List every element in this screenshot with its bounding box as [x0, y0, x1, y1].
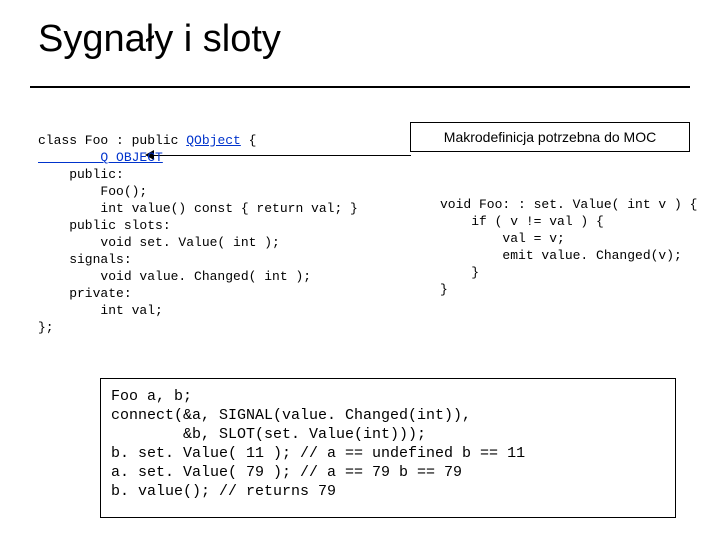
- code-line: public slots:: [38, 218, 171, 233]
- code-line: void set. Value( int );: [38, 235, 280, 250]
- qobject-macro-link[interactable]: Q_OBJECT: [38, 150, 163, 165]
- slide-title: Sygnały i sloty: [38, 18, 281, 61]
- callout-box: Makrodefinicja potrzebna do MOC: [410, 122, 690, 152]
- slide: { "title": "Sygnały i sloty", "callout":…: [0, 0, 720, 540]
- code-line: b. set. Value( 11 ); // a == undefined b…: [111, 445, 525, 462]
- code-line: class Foo : public: [38, 133, 186, 148]
- code-line: a. set. Value( 79 ); // a == 79 b == 79: [111, 464, 462, 481]
- code-line: val = v;: [440, 231, 565, 246]
- qobject-link[interactable]: QObject: [186, 133, 241, 148]
- code-block-right: void Foo: : set. Value( int v ) { if ( v…: [440, 196, 710, 298]
- code-line: b. value(); // returns 79: [111, 483, 336, 500]
- code-line: }: [440, 265, 479, 280]
- code-line: &b, SLOT(set. Value(int)));: [111, 426, 426, 443]
- code-line: int value() const { return val; }: [38, 201, 358, 216]
- code-line: {: [241, 133, 257, 148]
- code-line: }: [440, 282, 448, 297]
- code-line: public:: [38, 167, 124, 182]
- code-line: Foo();: [38, 184, 147, 199]
- code-line: void value. Changed( int );: [38, 269, 311, 284]
- title-divider: [30, 86, 690, 88]
- code-line: private:: [38, 286, 132, 301]
- code-line: if ( v != val ) {: [440, 214, 604, 229]
- callout-text: Makrodefinicja potrzebna do MOC: [444, 129, 656, 145]
- code-line: };: [38, 320, 54, 335]
- code-line: Foo a, b;: [111, 388, 192, 405]
- code-block-bottom: Foo a, b; connect(&a, SIGNAL(value. Chan…: [100, 378, 676, 518]
- code-line: int val;: [38, 303, 163, 318]
- code-line: void Foo: : set. Value( int v ) {: [440, 197, 697, 212]
- code-block-left: class Foo : public QObject { Q_OBJECT pu…: [38, 132, 418, 336]
- code-line: signals:: [38, 252, 132, 267]
- code-line: emit value. Changed(v);: [440, 248, 682, 263]
- code-line: connect(&a, SIGNAL(value. Changed(int)),: [111, 407, 471, 424]
